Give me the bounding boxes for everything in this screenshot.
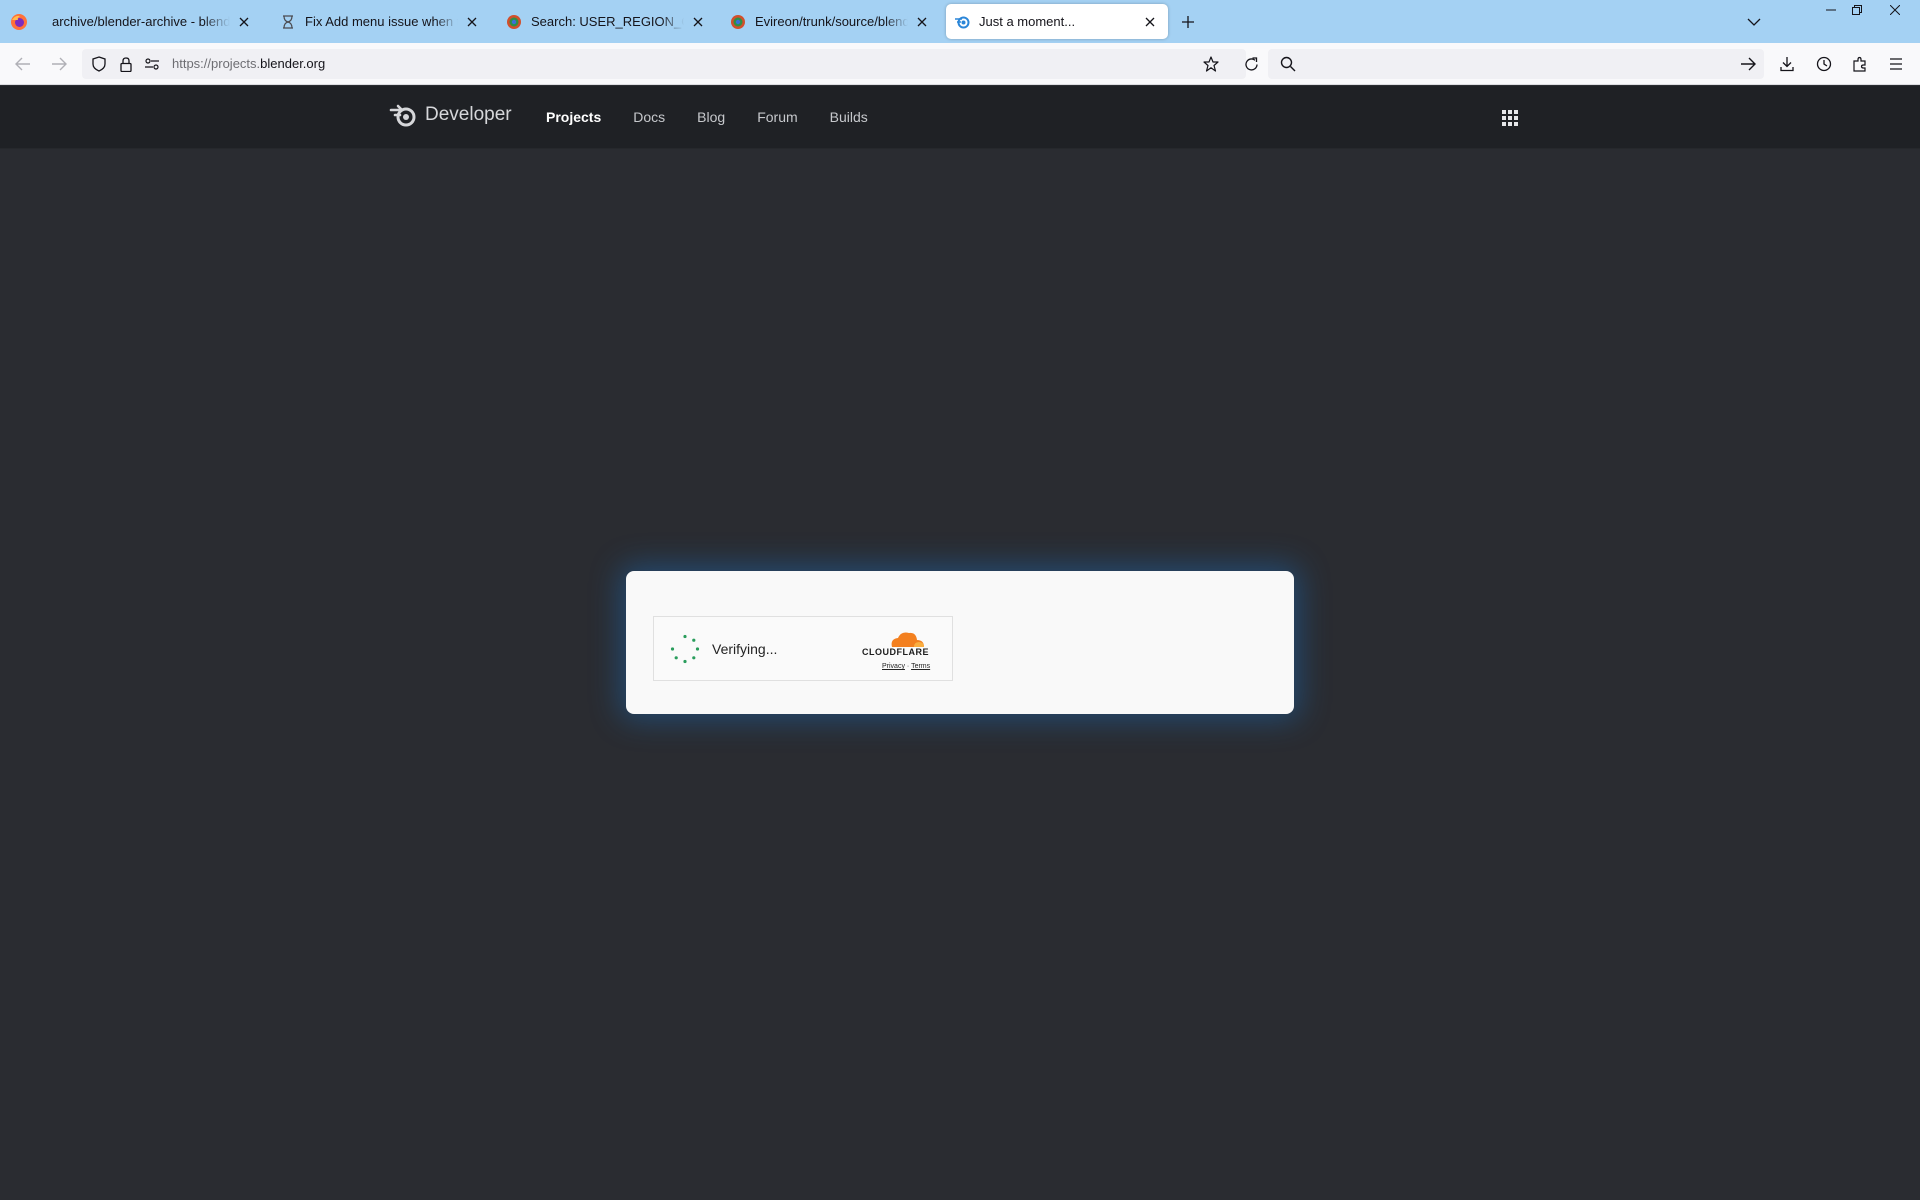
history-clock-icon[interactable]	[1812, 52, 1836, 76]
tab-1[interactable]: Fix Add menu issue when there is	[272, 4, 490, 39]
tracking-shield-icon[interactable]	[91, 56, 107, 72]
site-nav: Projects Docs Blog Forum Builds	[546, 109, 900, 125]
bookmark-star-icon[interactable]	[1203, 56, 1219, 72]
tab-title: Search: USER_REGION_OVERLAP	[531, 14, 684, 29]
close-icon[interactable]	[1140, 12, 1160, 32]
url-host: blender.org	[260, 56, 326, 71]
cloudflare-wordmark: CLOUDFLARE	[862, 647, 929, 657]
url-text[interactable]: https://projects.blender.org	[172, 56, 325, 71]
tab-title: archive/blender-archive - blender-archiv…	[52, 14, 230, 29]
restore-icon[interactable]	[1844, 0, 1870, 20]
site-header: Developer Projects Docs Blog Forum Build…	[0, 86, 1920, 149]
tab-title: Just a moment...	[979, 14, 1076, 29]
firefox-menu-icon[interactable]	[10, 13, 28, 31]
challenge-card: Verifying... CLOUDFLARE Privacy · Terms	[626, 571, 1294, 714]
cloudflare-links: Privacy · Terms	[882, 663, 930, 670]
navigation-toolbar: https://projects.blender.org	[0, 43, 1920, 85]
search-input[interactable]	[1304, 53, 1744, 75]
tab-3[interactable]: Evireon/trunk/source/blender/editors	[722, 4, 940, 39]
search-bar[interactable]	[1268, 49, 1764, 79]
close-icon[interactable]	[912, 12, 932, 32]
url-prefix: https://projects.	[172, 56, 261, 71]
close-icon[interactable]	[688, 12, 708, 32]
tab-title: Evireon/trunk/source/blender/editors	[755, 14, 908, 29]
apps-grid-icon[interactable]	[1500, 108, 1520, 128]
chevron-down-icon[interactable]	[1744, 12, 1764, 32]
close-icon[interactable]	[462, 12, 482, 32]
extensions-puzzle-icon[interactable]	[1848, 52, 1872, 76]
nav-blog[interactable]: Blog	[697, 109, 725, 125]
window-close-icon[interactable]	[1882, 0, 1908, 20]
reload-icon[interactable]	[1239, 52, 1263, 76]
back-arrow-icon[interactable]	[11, 52, 35, 76]
minimize-icon[interactable]	[1818, 0, 1844, 20]
gitea-icon	[506, 14, 522, 30]
hamburger-menu-icon[interactable]	[1884, 52, 1908, 76]
go-arrow-icon[interactable]	[1736, 52, 1760, 76]
tab-2[interactable]: Search: USER_REGION_OVERLAP	[498, 4, 716, 39]
nav-docs[interactable]: Docs	[633, 109, 665, 125]
loading-spinner-icon	[670, 634, 700, 664]
new-tab-plus-icon[interactable]	[1178, 12, 1198, 32]
search-icon	[1280, 56, 1296, 72]
nav-builds[interactable]: Builds	[830, 109, 868, 125]
url-bar[interactable]: https://projects.blender.org	[82, 49, 1246, 79]
lock-icon[interactable]	[118, 56, 134, 72]
tab-0[interactable]: archive/blender-archive - blender-archiv…	[44, 4, 262, 39]
link-separator: ·	[906, 663, 910, 670]
tab-strip: archive/blender-archive - blender-archiv…	[0, 0, 1920, 43]
blender-icon	[954, 14, 970, 30]
nav-projects[interactable]: Projects	[546, 109, 601, 125]
cloudflare-turnstile-widget[interactable]: Verifying... CLOUDFLARE Privacy · Terms	[653, 616, 953, 681]
gitea-icon	[730, 14, 746, 30]
brand-link[interactable]: Developer	[389, 102, 512, 128]
forward-arrow-icon[interactable]	[47, 52, 71, 76]
downloads-icon[interactable]	[1775, 52, 1799, 76]
verifying-status: Verifying...	[712, 641, 778, 657]
tab-title: Fix Add menu issue when there is	[305, 14, 458, 29]
tab-4-active[interactable]: Just a moment...	[946, 4, 1168, 39]
terms-link[interactable]: Terms	[911, 663, 930, 670]
permissions-icon[interactable]	[144, 56, 160, 72]
blender-logo-icon	[389, 104, 416, 127]
close-icon[interactable]	[234, 12, 254, 32]
hourglass-icon	[280, 14, 296, 30]
brand-name: Developer	[425, 104, 512, 125]
privacy-link[interactable]: Privacy	[882, 663, 905, 670]
nav-forum[interactable]: Forum	[757, 109, 797, 125]
